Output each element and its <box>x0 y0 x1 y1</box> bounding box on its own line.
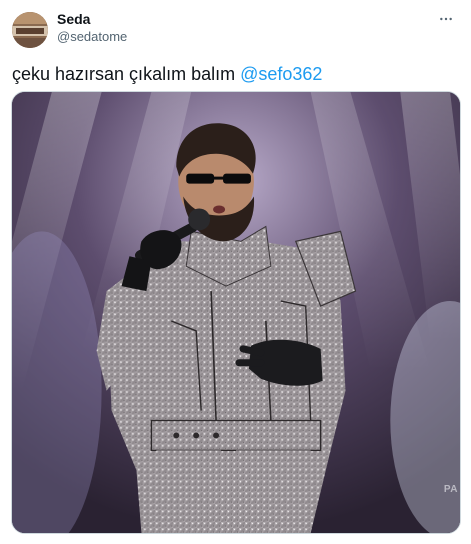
author-display-name[interactable]: Seda <box>57 11 90 27</box>
performer-photo <box>12 92 460 533</box>
tweet-text-body: çeku hazırsan çıkalım balım <box>12 64 241 84</box>
mention-link[interactable]: @sefo362 <box>240 64 322 84</box>
tweet-card[interactable]: Seda @sedatome çeku hazırsan çıkalım bal… <box>0 0 471 544</box>
tweet-text: çeku hazırsan çıkalım balım @sefo362 <box>12 62 322 86</box>
more-options-button[interactable] <box>435 10 457 28</box>
more-horizontal-icon <box>440 17 452 21</box>
avatar-photo-icon <box>12 12 48 48</box>
media-watermark: PA <box>443 484 458 495</box>
author-handle[interactable]: @sedatome <box>57 29 127 44</box>
tweet-media-photo[interactable]: PA <box>11 91 461 534</box>
avatar[interactable] <box>12 12 48 48</box>
